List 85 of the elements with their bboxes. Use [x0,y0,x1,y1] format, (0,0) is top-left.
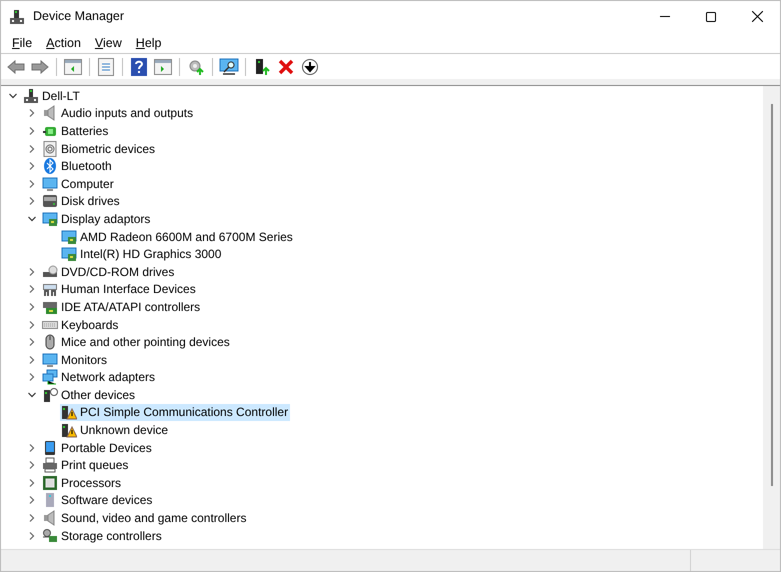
tree-item-label: Mice and other pointing devices [61,334,230,350]
tree-item[interactable]: Keyboards [41,316,120,334]
tree-item[interactable]: Biometric devices [41,140,158,158]
tree-item[interactable]: IDE ATA/ATAPI controllers [41,298,202,316]
tree-item[interactable]: Dell-LT [22,87,82,105]
tree-item[interactable]: DVD/CD-ROM drives [41,262,176,281]
tree-item[interactable]: AMD Radeon 6600M and 6700M Series [60,228,295,246]
hid-icon [42,281,58,298]
tree-item[interactable]: Display adaptors [41,210,152,228]
display-icon [42,210,58,227]
tree-item-label: Dell-LT [42,88,80,104]
tree-item-label: Keyboards [61,316,118,333]
tree-item[interactable]: Mice and other pointing devices [41,333,232,351]
scrollbar-thumb[interactable] [770,104,772,486]
tree-item[interactable]: Sound, video and game controllers [41,509,248,527]
help-button[interactable] [128,56,150,78]
tree-item-label: IDE ATA/ATAPI controllers [61,298,200,315]
minimize-icon [660,16,670,17]
window-title: Device Manager [33,8,124,26]
tree-item[interactable]: Portable Devices [41,438,154,456]
root-icon [23,88,39,104]
tree-item[interactable]: Storage controllers [41,526,164,544]
unknown-icon [42,386,58,403]
tree-item[interactable]: Other devices [41,386,138,404]
tree-item-label: Batteries [61,122,108,139]
menu-item[interactable]: File [5,34,40,52]
tree-item-label: Disk drives [61,193,120,210]
monitor-icon [42,176,58,192]
menu-item[interactable]: Help [128,34,169,52]
properties-button[interactable] [95,56,117,78]
tree-item-label: Software devices [61,492,152,508]
tree-item[interactable]: Processors [41,474,124,492]
tree-item[interactable]: Batteries [41,122,110,140]
tree-item-label: Intel(R) HD Graphics 3000 [80,246,222,262]
display-icon [61,228,77,245]
device-manager-icon [9,8,25,24]
tree-item[interactable]: Print queues [41,456,130,474]
tree-item-label: Portable Devices [61,440,152,456]
tree-item[interactable]: Computer [41,174,116,193]
tree-item[interactable]: Bluetooth [41,157,114,175]
tree-item-label: Display adaptors [61,210,150,227]
tree-item[interactable]: Monitors [41,350,110,368]
monitor-icon [42,352,58,368]
tree-item-label: AMD Radeon 6600M and 6700M Series [80,228,293,245]
fingerprint-icon [42,140,58,157]
tree-item-label: Processors [61,474,122,491]
tree-item[interactable]: Software devices [41,492,154,510]
tree-item-label: Storage controllers [61,528,162,544]
tree-item-label: Unknown device [80,422,168,438]
tree-item[interactable]: Network adapters [41,368,158,386]
tree-item-label: Audio inputs and outputs [61,105,194,122]
network-icon [42,369,58,386]
drive-icon [42,193,58,210]
menu-item[interactable]: View [88,34,129,52]
tree-item-label: Sound, video and game controllers [61,510,246,526]
tree-item-label: Computer [61,176,114,192]
tree-item[interactable]: Disk drives [41,192,122,210]
monitor-search-button[interactable] [218,56,240,78]
tree-item[interactable]: Intel(R) HD Graphics 3000 [60,245,224,263]
tree-item-label: Biometric devices [61,140,156,157]
tree-item[interactable]: PCI Simple Communications Controller [60,404,290,422]
chip-icon [42,474,58,491]
storage-icon [42,528,58,544]
display-icon [61,246,77,262]
warning-icon [61,404,77,420]
tree-item-label: PCI Simple Communications Controller [80,404,288,420]
tree-item[interactable]: Unknown device [60,421,170,439]
bluetooth-icon [42,158,58,174]
disc-icon [42,264,58,280]
tree-item-label: Bluetooth [61,158,112,174]
tree-item-label: Human Interface Devices [61,281,196,298]
menu-item[interactable]: Action [39,34,88,52]
tree-item-label: Print queues [61,457,128,474]
scrollbar[interactable] [763,86,780,549]
tree-item-label: Monitors [61,352,108,368]
warning-icon [61,422,77,438]
tree-item[interactable]: Human Interface Devices [41,280,198,298]
tree-item-label: DVD/CD-ROM drives [61,264,174,280]
printer-icon [42,457,58,474]
tree-item-label: Network adapters [61,369,156,386]
tree-item-label: Other devices [61,386,136,403]
maximize-icon [706,12,716,22]
close-icon [752,11,762,22]
tree-item[interactable]: Audio inputs and outputs [41,104,196,122]
portable-icon [42,440,58,456]
